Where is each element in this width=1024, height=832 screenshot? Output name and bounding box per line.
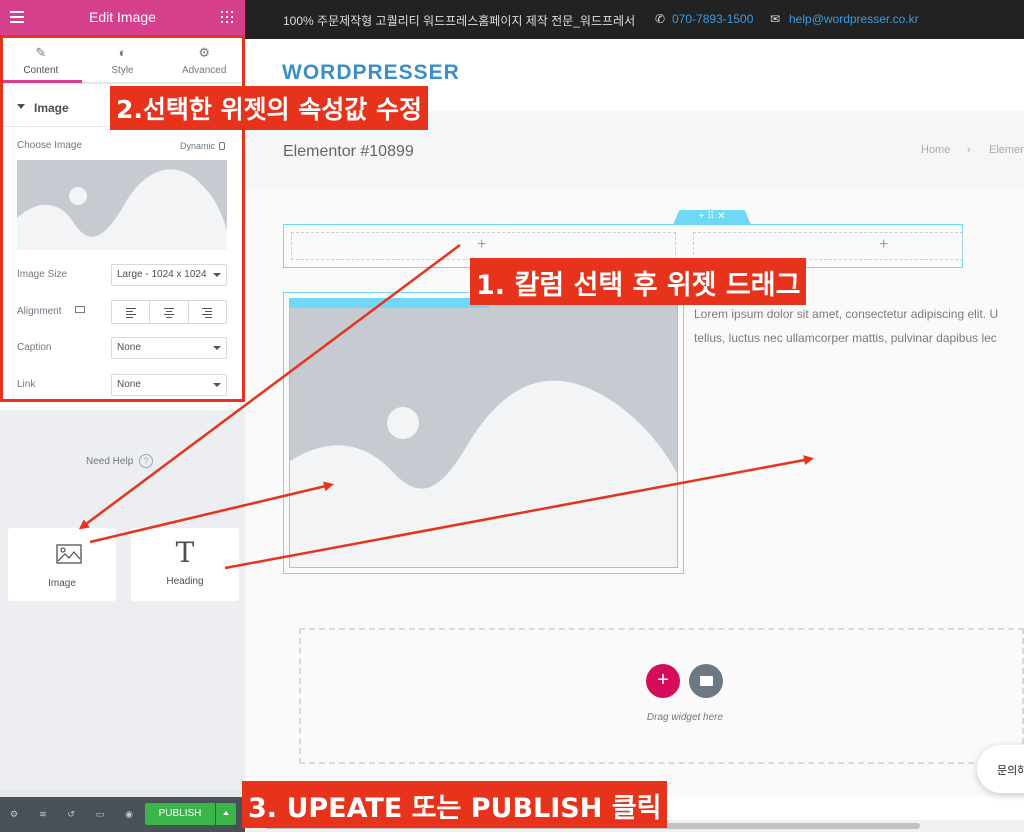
image-widget[interactable] bbox=[289, 298, 678, 568]
history-icon[interactable]: ↺ bbox=[66, 809, 76, 819]
section-handle[interactable]: + ⠿ ✕ bbox=[673, 210, 751, 225]
annotation-step-3: 3. UPEATE 또는 PUBLISH 클릭 bbox=[242, 781, 668, 828]
text-editor-widget[interactable]: Lorem ipsum dolor sit amet, consectetur … bbox=[694, 302, 1024, 350]
widget-image-label: Image bbox=[48, 578, 76, 589]
topbar-phone[interactable]: 070-7893-1500 bbox=[672, 12, 753, 26]
page-title: Elementor #10899 bbox=[283, 143, 414, 160]
panel-header: Edit Image bbox=[0, 0, 245, 35]
widget-handle[interactable] bbox=[289, 298, 489, 308]
annotation-step-1: 1. 칼럼 선택 후 위젯 드래그 bbox=[470, 258, 807, 305]
drag-widget-hint: Drag widget here bbox=[646, 712, 724, 723]
add-widget-plus-icon[interactable]: + bbox=[477, 237, 486, 253]
widget-heading[interactable]: T Heading bbox=[131, 528, 239, 601]
placeholder-image-icon bbox=[290, 380, 677, 567]
help-icon[interactable]: ? bbox=[139, 454, 153, 468]
panel-title: Edit Image bbox=[89, 9, 156, 25]
responsive-icon[interactable]: ▭ bbox=[95, 809, 105, 819]
phone-icon: ✆ bbox=[655, 12, 666, 26]
image-icon bbox=[56, 544, 82, 564]
add-widget-plus-icon[interactable]: + bbox=[879, 237, 888, 253]
breadcrumb-current: Elemen bbox=[989, 144, 1024, 156]
settings-icon[interactable]: ⚙ bbox=[9, 809, 19, 819]
widget-image[interactable]: Image bbox=[8, 528, 116, 601]
breadcrumb-separator-icon: › bbox=[967, 144, 971, 156]
add-section-plus-icon[interactable]: + bbox=[646, 664, 680, 698]
topbar-tagline: 100% 주문제작형 고퀄리티 워드프레스홈페이지 제작 전문_워드프레서 bbox=[283, 14, 636, 28]
empty-column-right[interactable] bbox=[693, 232, 963, 260]
need-help-link[interactable]: Need Help bbox=[86, 456, 133, 467]
preview-eye-icon[interactable]: ◉ bbox=[124, 809, 134, 819]
lorem-line-1: Lorem ipsum dolor sit amet, consectetur … bbox=[694, 307, 999, 321]
lorem-line-2: tellus, luctus nec ullamcorper mattis, p… bbox=[694, 331, 997, 345]
breadcrumb-home[interactable]: Home bbox=[921, 144, 950, 156]
site-logo[interactable]: WORDPRESSER bbox=[282, 61, 460, 85]
heading-icon: T bbox=[175, 536, 195, 569]
annotation-step-2: 2.선택한 위젯의 속성값 수정 bbox=[110, 86, 429, 130]
topbar-email[interactable]: help@wordpresser.co.kr bbox=[789, 12, 919, 26]
widget-heading-label: Heading bbox=[166, 576, 204, 587]
site-topbar: 100% 주문제작형 고퀄리티 워드프레스홈페이지 제작 전문_워드프레서 ✆ … bbox=[245, 0, 1024, 39]
layers-icon[interactable]: ≋ bbox=[38, 809, 48, 819]
publish-options-caret-icon[interactable] bbox=[216, 803, 236, 825]
widgets-grid-icon[interactable] bbox=[221, 11, 233, 23]
mail-icon: ✉ bbox=[770, 12, 781, 26]
publish-button[interactable]: PUBLISH bbox=[145, 803, 215, 825]
template-library-folder-icon[interactable] bbox=[689, 664, 723, 698]
chat-button[interactable]: 문의하 bbox=[977, 745, 1024, 793]
